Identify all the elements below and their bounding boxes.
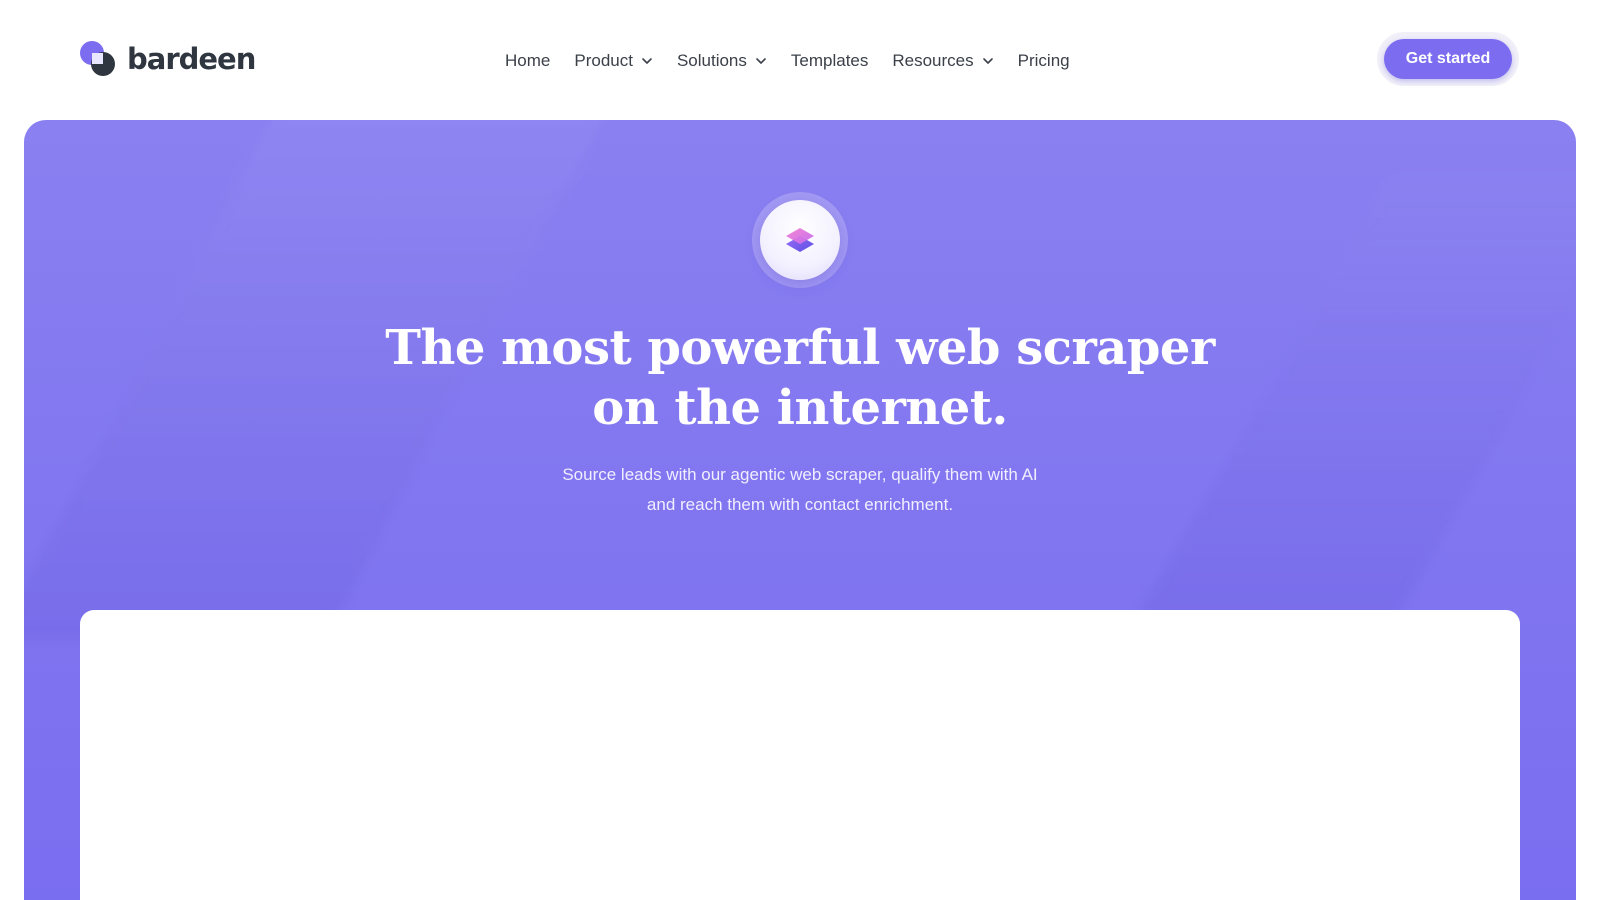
bardeen-logo-icon: [80, 41, 115, 76]
nav-item-home[interactable]: Home: [505, 51, 550, 71]
nav-item-label: Product: [574, 51, 633, 70]
site-header: bardeen Home Product Solutions Templates…: [0, 0, 1600, 120]
hero-title-line: on the internet.: [592, 380, 1008, 436]
main-nav: Home Product Solutions Templates Resourc…: [505, 48, 1070, 74]
chevron-down-icon: [982, 58, 993, 64]
hero-icon-ring: [752, 192, 848, 288]
get-started-button[interactable]: Get started: [1384, 39, 1512, 79]
hero-subtitle-line: and reach them with contact enrichment.: [646, 495, 954, 514]
chevron-down-icon: [756, 58, 766, 64]
nav-item-solutions[interactable]: Solutions: [677, 51, 767, 71]
layers-icon: [786, 228, 814, 252]
demo-panel: [80, 610, 1520, 900]
brand-name: bardeen: [127, 41, 256, 76]
hero-title: The most powerful web scraper on the int…: [24, 318, 1576, 438]
hero-subtitle: Source leads with our agentic web scrape…: [24, 460, 1576, 520]
nav-item-label: Solutions: [676, 51, 747, 70]
nav-item-pricing[interactable]: Pricing: [1018, 51, 1070, 71]
nav-item-label: Resources: [892, 51, 974, 70]
hero-title-line: The most powerful web scraper: [385, 320, 1215, 376]
nav-item-resources[interactable]: Resources: [892, 51, 993, 71]
nav-item-templates[interactable]: Templates: [791, 51, 868, 71]
get-started-button-wrap: Get started: [1377, 32, 1519, 86]
nav-item-product[interactable]: Product: [574, 51, 653, 71]
hero-icon-badge: [760, 200, 840, 280]
hero-subtitle-line: Source leads with our agentic web scrape…: [562, 465, 1038, 484]
page: bardeen Home Product Solutions Templates…: [0, 0, 1600, 900]
chevron-down-icon: [642, 58, 652, 64]
nav-item-label: Pricing: [1017, 51, 1070, 70]
brand-logo[interactable]: bardeen: [79, 40, 256, 78]
hero-section: The most powerful web scraper on the int…: [24, 120, 1576, 900]
nav-item-label: Home: [505, 51, 551, 70]
nav-item-label: Templates: [790, 51, 869, 70]
